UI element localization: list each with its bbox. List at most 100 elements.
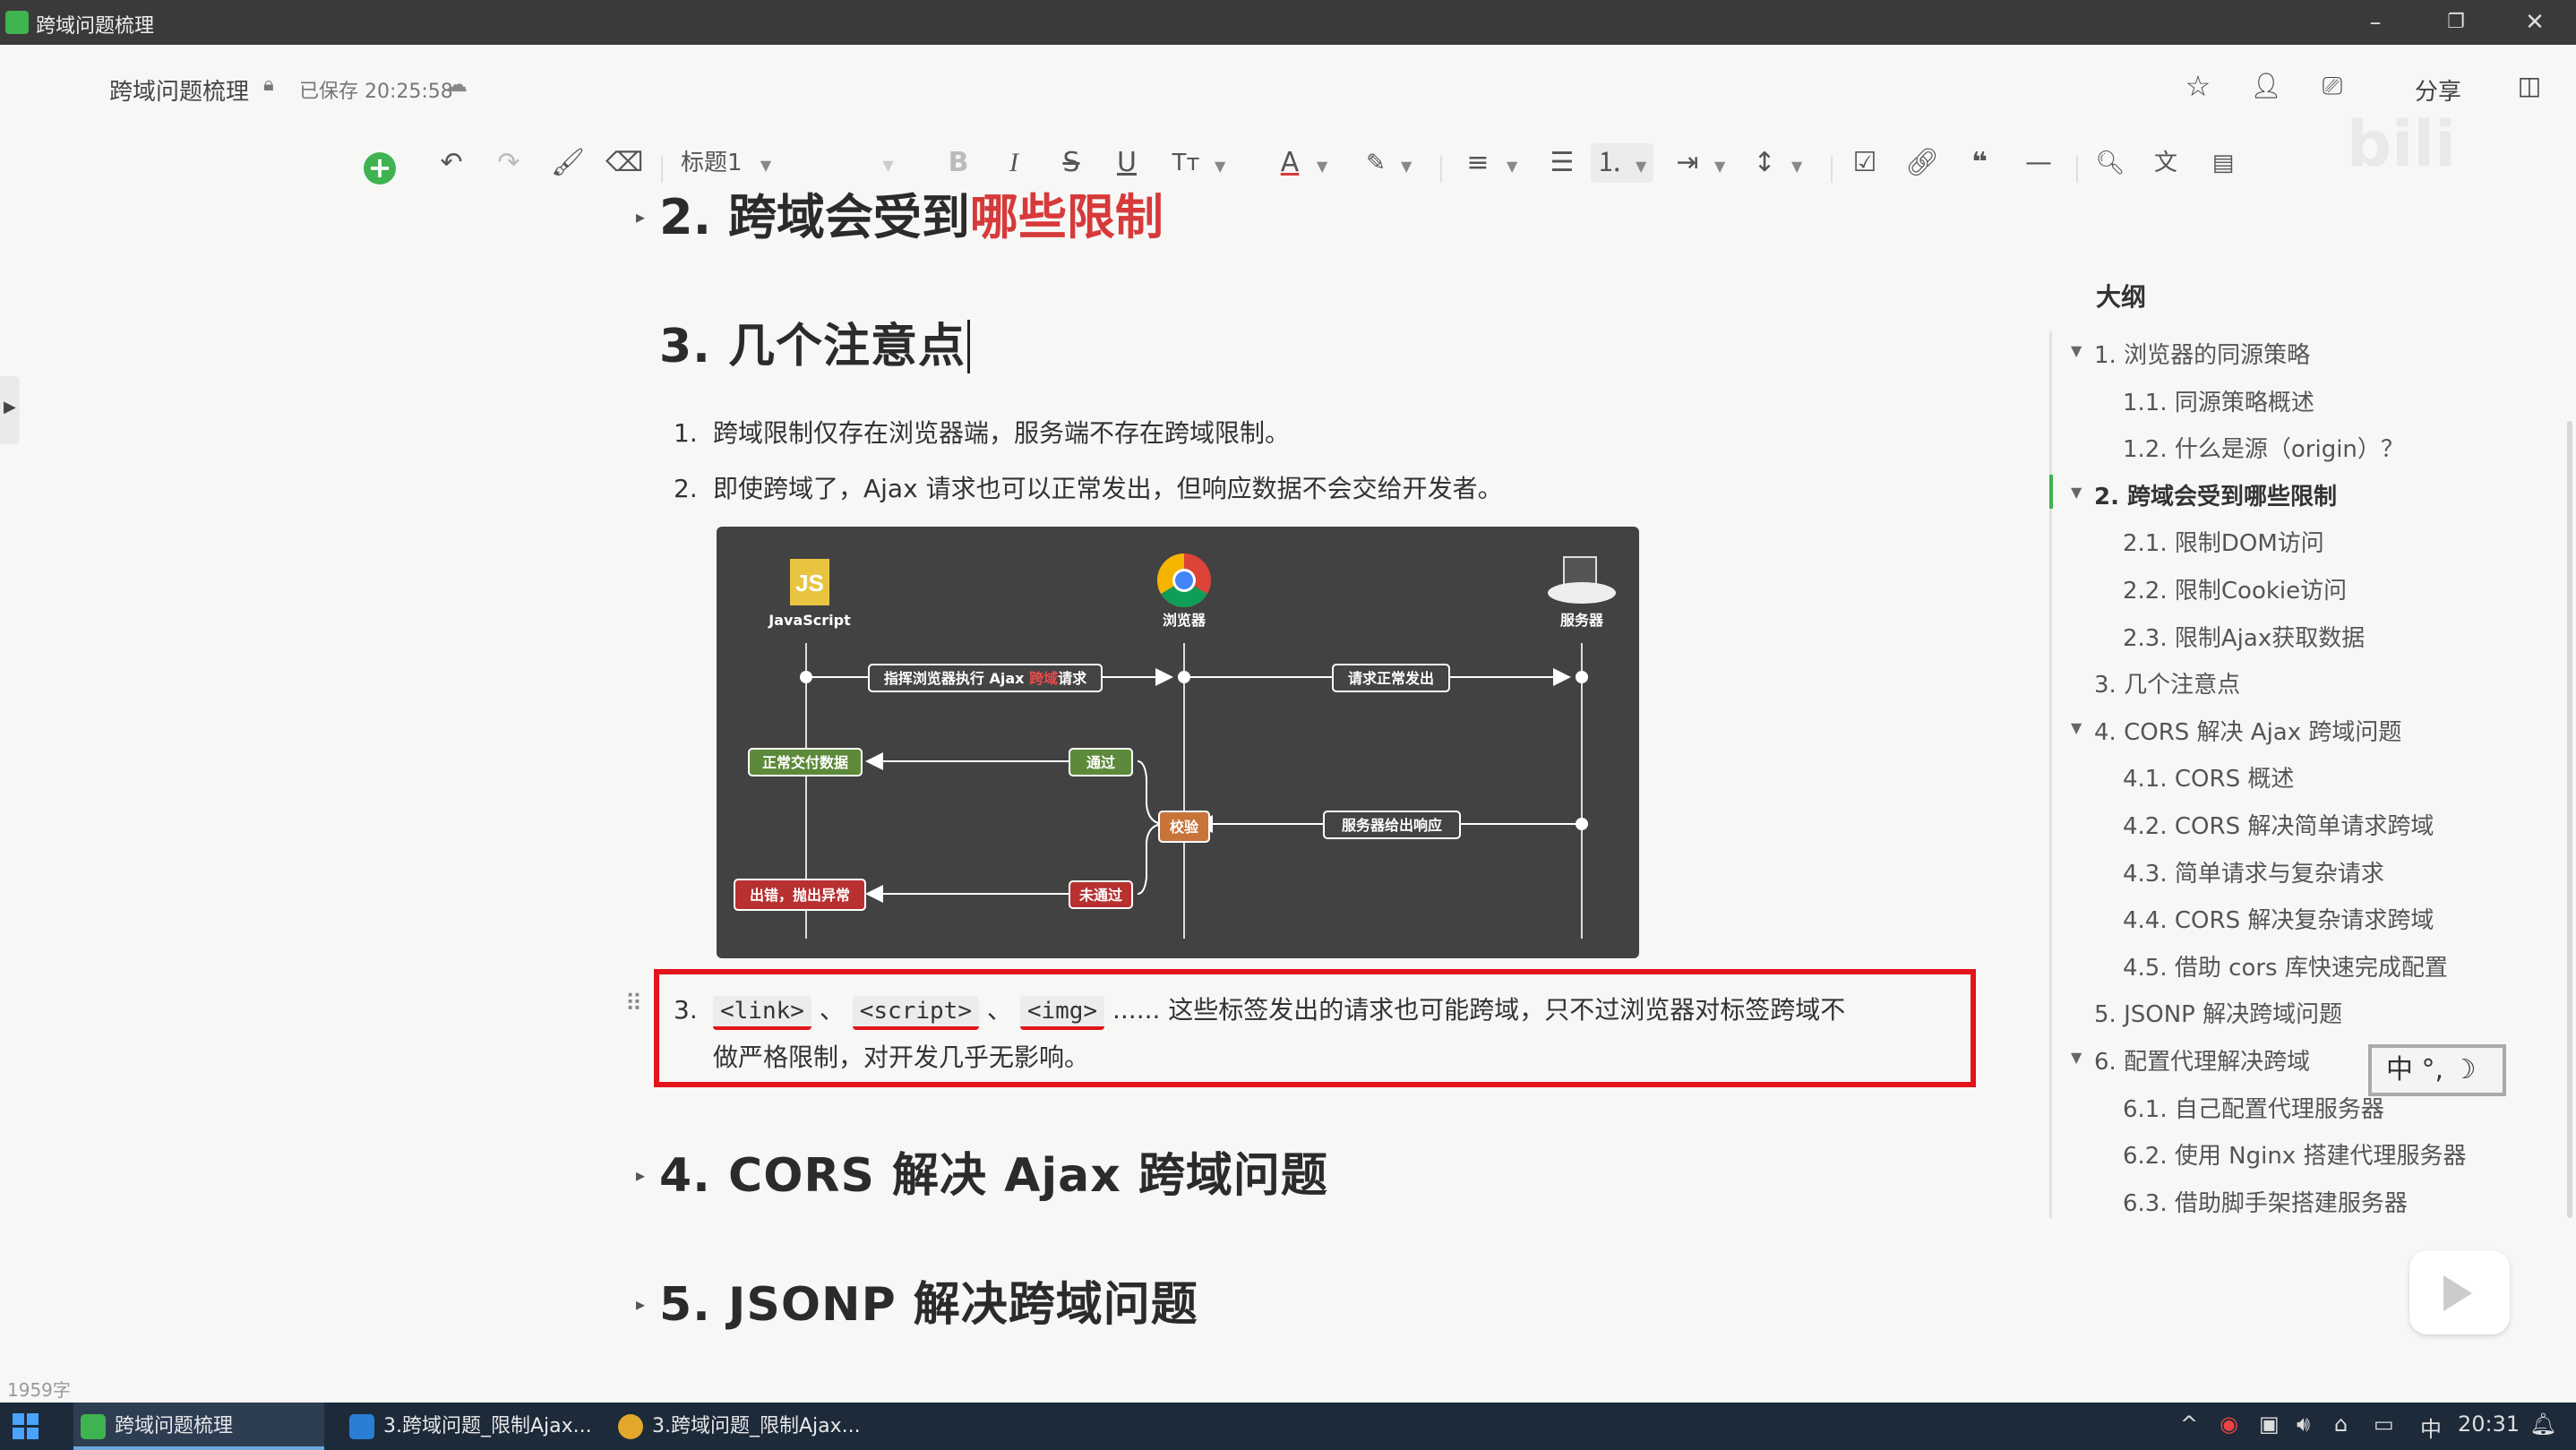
lock-icon[interactable]: 🔒︎ xyxy=(263,73,274,96)
start-button[interactable] xyxy=(13,1413,39,1440)
taskbar-app[interactable]: 跨域问题梳理 xyxy=(73,1403,324,1450)
line-spacing-icon[interactable]: ↕ xyxy=(1747,143,1782,183)
outline-item[interactable]: 2. 跨域会受到哪些限制 xyxy=(2094,478,2337,511)
chevron-down-icon[interactable]: ▼ xyxy=(1215,147,1225,186)
outline-collapse-icon[interactable]: ▼ xyxy=(2071,719,2082,736)
minimize-button[interactable]: – xyxy=(2348,5,2402,39)
ime-toolbar[interactable]: 中 °, ☽ xyxy=(2368,1044,2506,1096)
fold-arrow-icon[interactable]: ▸ xyxy=(636,206,645,227)
chevron-down-icon[interactable]: ▼ xyxy=(1714,147,1725,186)
translate-icon[interactable]: 文 xyxy=(2148,143,2184,183)
present-icon[interactable]: ⎚ xyxy=(2313,66,2352,106)
heading-section-3[interactable]: 3. 几个注意点 xyxy=(659,308,971,375)
redo-icon[interactable]: ↷ xyxy=(491,143,527,183)
restore-button[interactable]: ❐ xyxy=(2429,5,2483,39)
undo-icon[interactable]: ↶ xyxy=(434,143,469,183)
outline-item[interactable]: 4.1. CORS 概述 xyxy=(2123,760,2294,794)
outline-item[interactable]: 6.3. 借助脚手架搭建服务器 xyxy=(2123,1185,2408,1218)
document-info-icon[interactable]: ▤ xyxy=(2205,143,2241,183)
clock[interactable]: 20:31 xyxy=(2458,1411,2520,1437)
scrollbar[interactable] xyxy=(2567,421,2572,1218)
list-item[interactable]: 3. <link> 、 <script> 、 <img> ...... 这些标签发… xyxy=(674,987,1928,1081)
outline-item[interactable]: 2.2. 限制Cookie访问 xyxy=(2123,572,2347,605)
chevron-down-icon[interactable]: ▼ xyxy=(1317,147,1327,186)
diagram-step-send: 请求正常发出 xyxy=(1348,670,1434,687)
diagram-js-label: JavaScript xyxy=(768,612,851,629)
text-color-icon[interactable]: A xyxy=(1272,143,1308,183)
window-titlebar: 跨域问题梳理 – ❐ ✕ xyxy=(0,0,2576,45)
heading-section-4[interactable]: 4. CORS 解决 Ajax 跨域问题 xyxy=(659,1137,1328,1205)
bullet-list-icon[interactable]: ☰ xyxy=(1544,143,1580,183)
share-button[interactable]: 分享 xyxy=(2415,73,2461,107)
outline-item[interactable]: 6.1. 自己配置代理服务器 xyxy=(2123,1091,2384,1124)
fold-arrow-icon[interactable]: ▸ xyxy=(636,1164,645,1186)
chevron-down-icon[interactable]: ▼ xyxy=(1791,147,1802,186)
align-icon[interactable]: ≡ xyxy=(1460,143,1496,183)
outline-item[interactable]: 4.4. CORS 解决复杂请求跨域 xyxy=(2123,902,2434,935)
document-title[interactable]: 跨域问题梳理 xyxy=(109,73,249,107)
diagram-step-pass: 通过 xyxy=(1086,754,1115,771)
volume-icon[interactable]: 🔊︎ xyxy=(2297,1411,2310,1437)
chevron-up-icon[interactable]: ^ xyxy=(2180,1411,2198,1437)
outline-item[interactable]: 1.2. 什么是源（origin）？ xyxy=(2123,431,2404,464)
list-item[interactable]: 1. 跨域限制仅存在浏览器端，服务端不存在跨域限制。 xyxy=(674,414,1290,450)
text-cursor xyxy=(967,320,971,373)
outline-item[interactable]: 6.2. 使用 Nginx 搭建代理服务器 xyxy=(2123,1137,2466,1171)
diagram-step-response: 服务器给出响应 xyxy=(1342,817,1442,834)
format-painter-icon[interactable]: 🖌︎ xyxy=(550,143,586,183)
quote-icon[interactable]: ❝ xyxy=(1962,143,1997,183)
taskbar-app[interactable]: 3.跨域问题_限制Ajax... xyxy=(611,1403,871,1450)
toolbar-divider xyxy=(1831,156,1833,183)
notification-icon[interactable]: 🔔︎ xyxy=(2529,1411,2556,1437)
outline-item[interactable]: 4.5. 借助 cors 库快速完成配置 xyxy=(2123,949,2448,982)
sidebar-toggle-icon[interactable]: ◫ xyxy=(2510,66,2549,106)
outline-item[interactable]: 1.1. 同源策略概述 xyxy=(2123,384,2314,417)
chevron-down-icon[interactable]: ▼ xyxy=(1636,147,1646,186)
heading-section-5[interactable]: 5. JSONP 解决跨域问题 xyxy=(659,1266,1198,1334)
insert-block-button[interactable]: + xyxy=(364,152,396,184)
add-collaborator-icon[interactable]: 👤︎ xyxy=(2246,66,2286,106)
tray-app-icon[interactable]: ▣ xyxy=(2259,1411,2280,1437)
outline-item[interactable]: 2.1. 限制DOM访问 xyxy=(2123,525,2324,558)
taskbar-app[interactable]: 3.跨域问题_限制Ajax... xyxy=(342,1403,602,1450)
outline-item[interactable]: 4. CORS 解决 Ajax 跨域问题 xyxy=(2094,714,2401,747)
list-item[interactable]: 2. 即使跨域了，Ajax 请求也可以正常发出，但响应数据不会交给开发者。 xyxy=(674,469,1503,505)
block-drag-handle[interactable]: ⠿ xyxy=(625,991,642,1017)
checkbox-icon[interactable]: ☑ xyxy=(1847,143,1883,183)
link-icon[interactable]: 🔗︎ xyxy=(1904,143,1940,183)
divider-line-icon[interactable]: — xyxy=(2021,143,2057,183)
outline-item[interactable]: 6. 配置代理解决跨域 xyxy=(2094,1043,2310,1077)
left-panel-toggle[interactable]: ▶ xyxy=(0,376,20,444)
cors-flow-diagram: JS JavaScript 浏览器 服务器 指挥浏览器执行 Ajax 跨域请求 … xyxy=(717,527,1639,958)
chevron-down-icon[interactable]: ▼ xyxy=(1507,147,1517,186)
document-editor[interactable]: ▸ 2. 跨域会受到哪些限制 3. 几个注意点 1. 跨域限制仅存在浏览器端，服务… xyxy=(0,189,2015,1403)
chevron-down-icon[interactable]: ▼ xyxy=(1401,147,1412,186)
outline-item[interactable]: 3. 几个注意点 xyxy=(2094,666,2240,699)
outline-item[interactable]: 4.3. 简单请求与复杂请求 xyxy=(2123,855,2384,888)
outline-collapse-icon[interactable]: ▼ xyxy=(2071,342,2082,359)
clear-format-icon[interactable]: ⌫ xyxy=(605,143,643,183)
network-icon[interactable]: ⌂ xyxy=(2334,1411,2348,1437)
outline-collapse-icon[interactable]: ▼ xyxy=(2071,484,2082,501)
play-icon xyxy=(2443,1275,2472,1311)
close-button[interactable]: ✕ xyxy=(2508,5,2562,39)
outline-item[interactable]: 1. 浏览器的同源策略 xyxy=(2094,337,2310,370)
indent-icon[interactable]: ⇥ xyxy=(1670,143,1705,183)
ime-indicator[interactable]: 中 xyxy=(2420,1411,2442,1443)
star-icon[interactable]: ☆ xyxy=(2178,66,2218,106)
heading-style-value: 标题1 xyxy=(681,150,743,176)
fold-arrow-icon[interactable]: ▸ xyxy=(636,1293,645,1315)
bilibili-tv-icon[interactable] xyxy=(2409,1250,2510,1334)
font-size-icon[interactable]: Tт xyxy=(1168,143,1204,183)
tray-app-icon[interactable]: ◉ xyxy=(2220,1411,2238,1437)
find-replace-icon[interactable]: 🔍︎ xyxy=(2092,143,2128,183)
heading-text: 3. 几个注意点 xyxy=(659,320,966,373)
outline-collapse-icon[interactable]: ▼ xyxy=(2071,1049,2082,1066)
heading-2-partial: 2. 跨域会受到哪些限制 xyxy=(659,177,1163,248)
highlight-icon[interactable]: ✎ xyxy=(1358,143,1394,183)
outline-item[interactable]: 2.3. 限制Ajax获取数据 xyxy=(2123,620,2365,653)
display-icon[interactable]: ▭ xyxy=(2374,1411,2394,1437)
inline-code-img: <img> xyxy=(1019,996,1105,1030)
outline-item[interactable]: 5. JSONP 解决跨域问题 xyxy=(2094,996,2342,1029)
outline-item[interactable]: 4.2. CORS 解决简单请求跨域 xyxy=(2123,808,2434,841)
